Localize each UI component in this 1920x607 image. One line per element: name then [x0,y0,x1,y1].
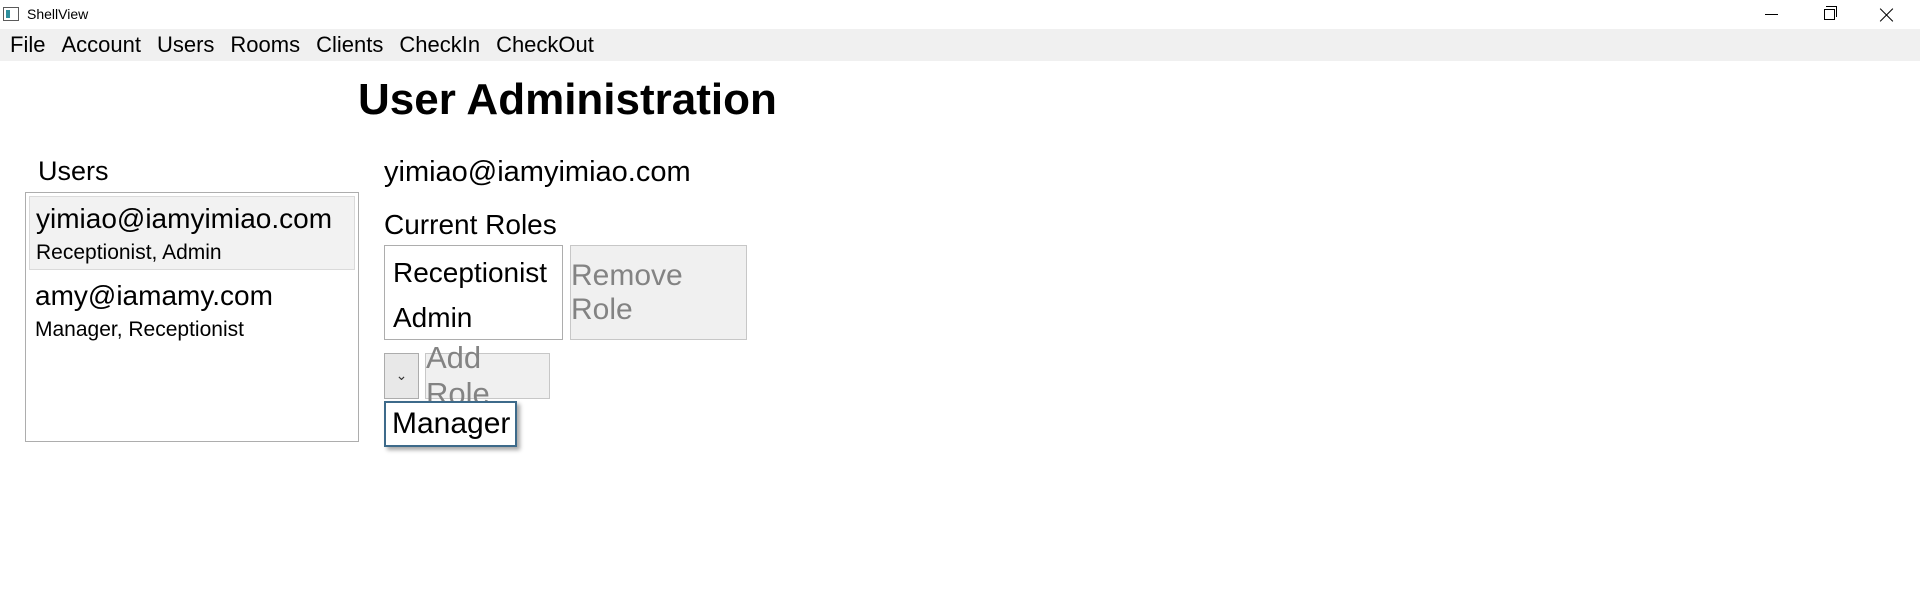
remove-role-button[interactable]: Remove Role [570,245,747,340]
user-list-item[interactable]: amy@iamamy.com Manager, Receptionist [29,274,355,346]
users-label: Users [38,156,109,186]
app-icon [3,7,19,21]
selected-user-email: yimiao@iamyimiao.com [384,156,691,188]
menu-users[interactable]: Users [149,29,222,61]
page-title: User Administration [358,75,777,124]
current-roles-label: Current Roles [384,209,557,240]
user-roles: Receptionist, Admin [36,241,222,264]
menu-file[interactable]: File [2,29,53,61]
users-list[interactable]: yimiao@iamyimiao.com Receptionist, Admin… [25,192,359,442]
role-list-item[interactable]: Admin [393,295,562,340]
role-list-item[interactable]: Receptionist [393,250,562,295]
close-icon [1880,8,1894,22]
add-role-button[interactable]: Add Role [425,340,550,411]
menu-rooms[interactable]: Rooms [222,29,308,61]
user-email: yimiao@iamyimiao.com [36,203,333,234]
minimize-button[interactable] [1742,0,1800,29]
user-email: amy@iamamy.com [35,280,273,311]
window-title: ShellView [27,6,89,22]
menu-checkout[interactable]: CheckOut [488,29,602,61]
user-list-item[interactable]: yimiao@iamyimiao.com Receptionist, Admin [29,196,355,270]
menu-bar: File Account Users Rooms Clients CheckIn… [0,29,1920,61]
restore-icon [1823,6,1837,20]
user-roles: Manager, Receptionist [35,318,244,341]
title-bar: ShellView [0,0,1920,29]
close-button[interactable] [1858,0,1916,29]
minimize-icon [1764,14,1778,15]
menu-account[interactable]: Account [53,29,149,61]
current-roles-list[interactable]: Receptionist Admin [384,245,563,340]
dropdown-option-manager[interactable]: Manager [392,407,510,441]
role-dropdown-popup: Manager [384,401,517,447]
menu-clients[interactable]: Clients [308,29,391,61]
chevron-down-icon: ⌄ [395,368,408,384]
restore-button[interactable] [1800,0,1858,29]
role-combobox[interactable]: ⌄ [384,353,419,399]
menu-checkin[interactable]: CheckIn [391,29,488,61]
